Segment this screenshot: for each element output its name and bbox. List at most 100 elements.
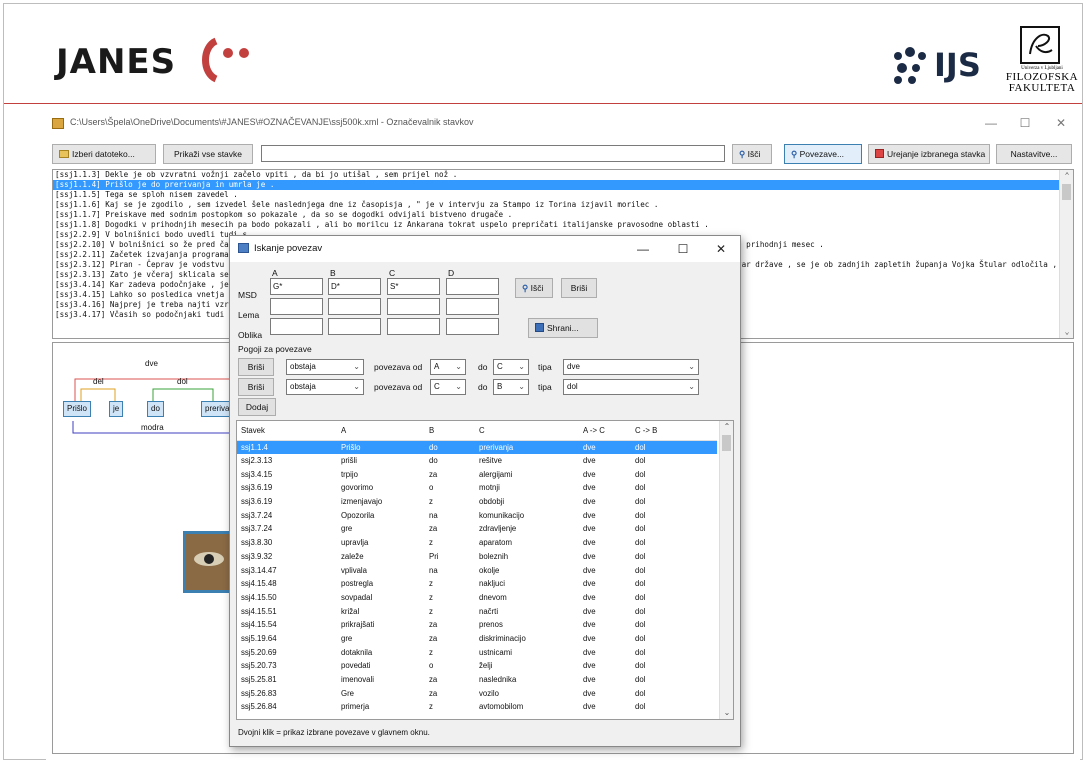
scroll-thumb[interactable]	[1062, 184, 1071, 200]
toolbar: Izberi datoteko... Prikaži vse stavke ⚲ …	[46, 142, 1080, 164]
results-column-header[interactable]: B	[425, 421, 475, 441]
results-cell: ssj5.25.81	[241, 675, 277, 685]
results-row[interactable]: ssj4.15.51 križal z načrti dve dol	[237, 604, 717, 618]
sentence-text: [ssj1.1.4] Prišlo je do prerivanja in um…	[55, 180, 275, 189]
results-column-header[interactable]: Stavek	[237, 421, 337, 441]
results-row[interactable]: ssj5.19.64 gre za diskriminacijo dve dol	[237, 632, 717, 646]
scroll-down-icon[interactable]: ⌄	[720, 707, 733, 719]
condition-to-select[interactable]: C ⌄	[493, 359, 529, 375]
results-column-header[interactable]: A -> C	[579, 421, 631, 441]
oblika-b-input[interactable]	[328, 318, 381, 335]
results-scrollbar[interactable]: ⌃ ⌄	[719, 421, 733, 719]
msd-b-input[interactable]: D*	[328, 278, 381, 295]
results-row[interactable]: ssj5.26.84 primerja z avtomobilom dve dol	[237, 700, 717, 714]
lema-b-input[interactable]	[328, 298, 381, 315]
condition-to-select[interactable]: B ⌄	[493, 379, 529, 395]
dialog-delete-button[interactable]: Briši	[561, 278, 597, 298]
results-row[interactable]: ssj3.7.24 Opozorila na komunikacijo dve dol	[237, 508, 717, 522]
sentence-row[interactable]: [ssj1.1.6] Kaj se je zgodilo , sem izved…	[53, 200, 1073, 210]
dialog-close-button[interactable]: ✕	[710, 240, 732, 258]
condition-from-select[interactable]: C ⌄	[430, 379, 466, 395]
results-row[interactable]: ssj5.20.69 dotaknila z ustnicami dve dol	[237, 645, 717, 659]
sentence-row[interactable]: [ssj1.1.4] Prišlo je do prerivanja in um…	[53, 180, 1073, 190]
lema-a-input[interactable]	[270, 298, 323, 315]
results-row[interactable]: ssj3.6.19 govorimo o motnji dve dol	[237, 481, 717, 495]
msd-d-input[interactable]	[446, 278, 499, 295]
results-row[interactable]: ssj5.20.73 povedati o želji dve dol	[237, 659, 717, 673]
sentence-row[interactable]: [ssj1.1.5] Tega se sploh nisem zavedel .	[53, 190, 1073, 200]
results-row[interactable]: ssj1.1.4 Prišlo do prerivanja dve dol	[237, 440, 717, 454]
sentence-row[interactable]: [ssj1.1.8] Dogodki v prihodnjih mesecih …	[53, 220, 1073, 230]
condition-mode-select[interactable]: obstaja ⌄	[286, 379, 364, 395]
condition-mode-select[interactable]: obstaja ⌄	[286, 359, 364, 375]
add-condition-button[interactable]: Dodaj	[238, 398, 276, 416]
sentence-row[interactable]: [ssj1.1.3] Dekle je ob vzvratni vožnji z…	[53, 170, 1073, 180]
graph-node[interactable]: je	[109, 401, 124, 417]
settings-button[interactable]: Nastavitve...	[996, 144, 1072, 164]
dialog-search-button[interactable]: ⚲ Išči	[515, 278, 553, 298]
sentence-text: [ssj2.2.10] V bolnišnici so že pred časo…	[55, 240, 243, 249]
to-label: do	[478, 382, 488, 392]
graph-node[interactable]: do	[147, 401, 164, 417]
dialog-minimize-button[interactable]: —	[632, 240, 654, 258]
dialog-maximize-button[interactable]: ☐	[672, 240, 694, 258]
sentence-row[interactable]: [ssj1.1.7] Preiskave med sodnim postopko…	[53, 210, 1073, 220]
edit-sentence-button[interactable]: Urejanje izbranega stavka	[868, 144, 990, 164]
results-row[interactable]: ssj3.6.19 izmenjavajo z obdobji dve dol	[237, 495, 717, 509]
results-row[interactable]: ssj5.26.83 Gre za vozilo dve dol	[237, 686, 717, 700]
results-row[interactable]: ssj3.9.32 zaleže Pri boleznih dve dol	[237, 550, 717, 564]
msd-a-input[interactable]: G*	[270, 278, 323, 295]
choose-file-button[interactable]: Izberi datoteko...	[52, 144, 156, 164]
scroll-up-icon[interactable]: ⌃	[720, 421, 733, 433]
scroll-thumb[interactable]	[722, 435, 731, 451]
minimize-button[interactable]: —	[980, 114, 1002, 132]
graph-node[interactable]: Prišlo	[63, 401, 92, 417]
results-row[interactable]: ssj5.25.81 imenovali za naslednika dve dol	[237, 673, 717, 687]
results-row[interactable]: ssj2.3.13 prišli do rešitve dve dol	[237, 454, 717, 468]
results-row[interactable]: ssj4.15.50 sovpadal z dnevom dve dol	[237, 591, 717, 605]
lema-d-input[interactable]	[446, 298, 499, 315]
results-column-header[interactable]: C -> B	[631, 421, 717, 441]
oblika-d-input[interactable]	[446, 318, 499, 335]
links-button[interactable]: ⚲ Povezave...	[784, 144, 862, 164]
msd-c-input[interactable]: S*	[387, 278, 440, 295]
oblika-c-input[interactable]	[387, 318, 440, 335]
results-cell: govorimo	[341, 483, 374, 493]
sentence-list-scrollbar[interactable]: ⌃ ⌄	[1059, 170, 1073, 338]
lema-label: Lema	[238, 310, 260, 320]
oblika-a-input[interactable]	[270, 318, 323, 335]
condition-delete-button[interactable]: Briši	[238, 378, 274, 396]
scroll-up-icon[interactable]: ⌃	[1060, 170, 1073, 182]
results-column-header[interactable]: A	[337, 421, 425, 441]
results-row[interactable]: ssj4.15.54 prikrajšati za prenos dve dol	[237, 618, 717, 632]
results-row[interactable]: ssj3.14.47 vplivala na okolje dve dol	[237, 563, 717, 577]
condition-type-select[interactable]: dve ⌄	[563, 359, 699, 375]
search-button[interactable]: ⚲ Išči	[732, 144, 772, 164]
scroll-down-icon[interactable]: ⌄	[1060, 326, 1073, 338]
results-cell: ssj3.8.30	[241, 538, 273, 548]
results-column-header[interactable]: C	[475, 421, 579, 441]
search-input[interactable]	[261, 145, 725, 162]
save-button[interactable]: Shrani...	[528, 318, 598, 338]
condition-type-select[interactable]: dol ⌄	[563, 379, 699, 395]
close-button[interactable]: ✕	[1050, 114, 1072, 132]
results-cell: gre	[341, 524, 353, 534]
results-row[interactable]: ssj3.8.30 upravlja z aparatom dve dol	[237, 536, 717, 550]
chevron-down-icon: ⌄	[688, 362, 695, 371]
results-table[interactable]: Stavek A B C A -> CC -> B ssj1.1.4 Prišlo do pr…	[236, 420, 734, 720]
condition-from-select[interactable]: A ⌄	[430, 359, 466, 375]
show-all-button[interactable]: Prikaži vse stavke	[163, 144, 253, 164]
results-row[interactable]: ssj3.4.15 trpijo za alergijami dve dol	[237, 467, 717, 481]
chevron-down-icon: ⌄	[688, 382, 695, 391]
results-cell: dol	[635, 579, 646, 589]
results-cell: ssj4.15.50	[241, 592, 277, 602]
maximize-button[interactable]: ☐	[1014, 114, 1036, 132]
results-row[interactable]: ssj4.15.48 postregla z nakljuci dve dol	[237, 577, 717, 591]
results-cell: želji	[479, 661, 493, 671]
results-row[interactable]: ssj3.7.24 gre za zdravljenje dve dol	[237, 522, 717, 536]
lema-c-input[interactable]	[387, 298, 440, 315]
graph-node[interactable]: prerivanj	[201, 401, 231, 417]
type-label: tipa	[538, 362, 552, 372]
dialog-icon	[238, 243, 249, 253]
condition-delete-button[interactable]: Briši	[238, 358, 274, 376]
